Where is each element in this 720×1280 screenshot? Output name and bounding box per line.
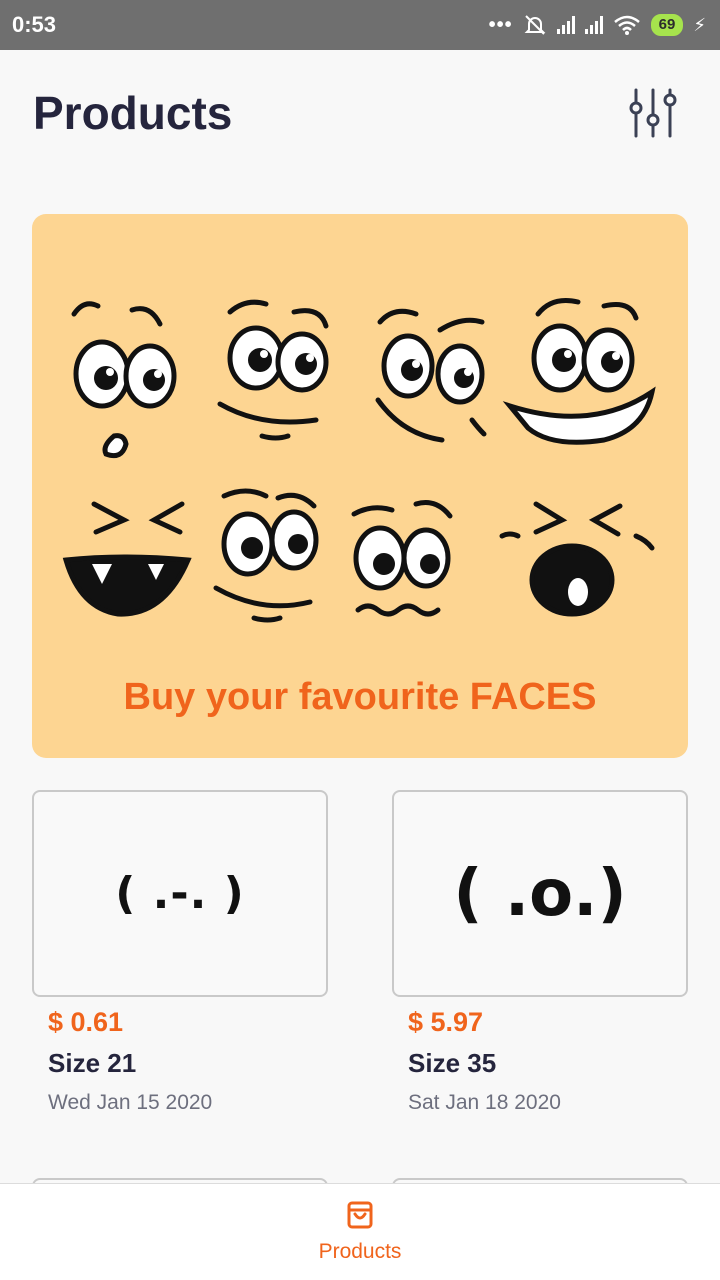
nav-item-products[interactable]: Products (300, 1200, 420, 1264)
product-image[interactable]: ( .o.) (392, 790, 688, 997)
wifi-icon (613, 15, 640, 35)
status-icons: ••• 69 ⚡ (489, 13, 706, 37)
product-price: $ 5.97 (408, 1007, 484, 1037)
product-price: $ 0.61 (48, 1007, 124, 1037)
signal-icon-2 (584, 16, 603, 34)
nav-item-label: Products (318, 1240, 402, 1263)
filter-button[interactable] (624, 84, 682, 142)
product-card[interactable]: ( .o.) $ 5.97 Size 35 Sat Jan 18 2020 (392, 790, 688, 1115)
page-title: Products (33, 87, 233, 139)
signal-icon (556, 16, 575, 34)
product-image[interactable]: ( .-. ) (32, 790, 328, 997)
bottom-nav: Products (0, 1183, 720, 1280)
sliders-icon (629, 88, 677, 138)
banner-caption: Buy your favourite FACES (123, 676, 597, 718)
mute-bell-icon (524, 15, 546, 35)
product-date: Wed Jan 15 2020 (48, 1091, 213, 1114)
status-time: 0:53 (12, 12, 57, 37)
product-card[interactable]: ( .-. ) $ 0.61 Size 21 Wed Jan 15 2020 (32, 790, 328, 1115)
product-size: Size 35 (408, 1048, 497, 1078)
product-face-text: ( .-. ) (115, 868, 245, 919)
shopping-bag-icon (347, 1201, 373, 1229)
status-bar: 0:53 ••• 69 ⚡ (0, 0, 720, 50)
battery-icon: 69 (650, 14, 684, 36)
product-size: Size 21 (48, 1048, 137, 1078)
product-date: Sat Jan 18 2020 (408, 1091, 561, 1114)
charging-icon: ⚡ (693, 14, 706, 35)
cartoon-faces-illustration (62, 298, 656, 623)
more-notifications-icon: ••• (488, 13, 513, 36)
product-face-text: ( .o.) (453, 856, 627, 931)
promo-banner[interactable]: Buy your favourite FACES (32, 214, 688, 758)
